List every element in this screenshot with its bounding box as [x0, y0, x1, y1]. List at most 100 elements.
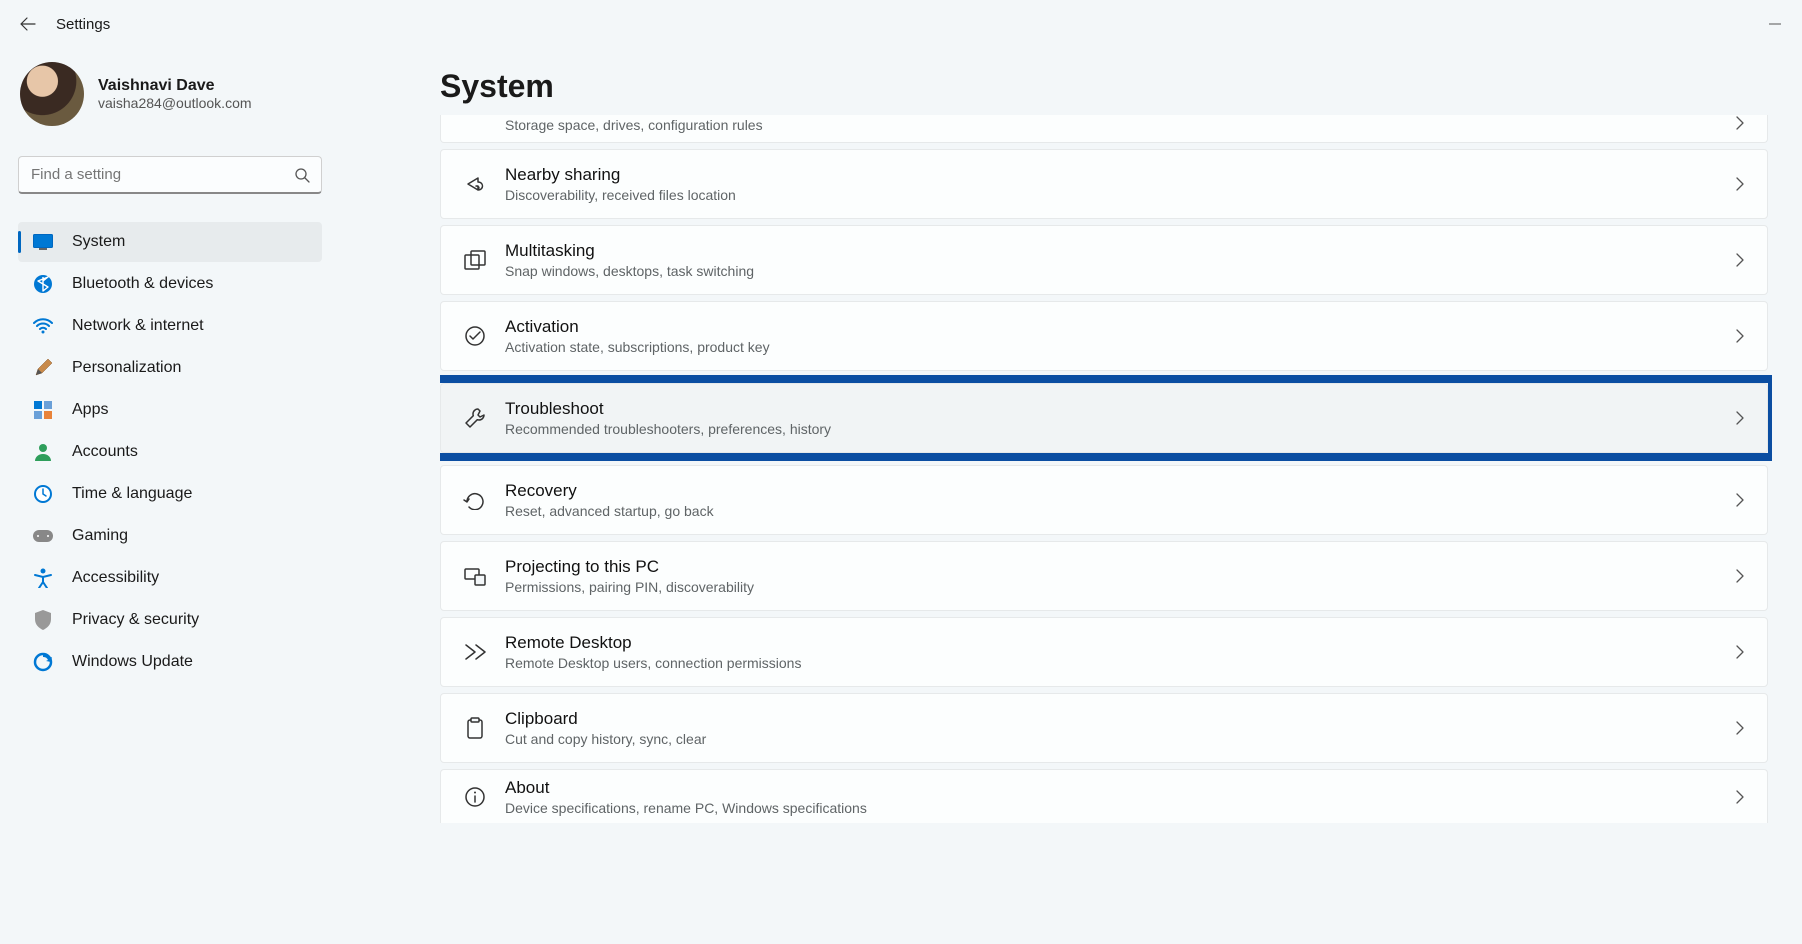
item-desc: Recommended troubleshooters, preferences…: [505, 421, 1735, 437]
nav-label: Bluetooth & devices: [72, 275, 213, 293]
nav-label: Accessibility: [72, 569, 159, 587]
chevron-right-icon: [1735, 789, 1745, 805]
item-desc: Permissions, pairing PIN, discoverabilit…: [505, 579, 1735, 595]
item-title: About: [505, 778, 1735, 798]
item-title: Remote Desktop: [505, 633, 1735, 653]
item-title: Activation: [505, 317, 1735, 337]
person-icon: [32, 441, 54, 463]
update-icon: [32, 651, 54, 673]
nav: System Bluetooth & devices Network & int…: [18, 222, 322, 682]
highlight-box: Troubleshoot Recommended troubleshooters…: [440, 375, 1772, 461]
item-desc: Discoverability, received files location: [505, 187, 1735, 203]
item-desc: Storage space, drives, configuration rul…: [505, 117, 1735, 133]
item-desc: Activation state, subscriptions, product…: [505, 339, 1735, 355]
nav-item-apps[interactable]: Apps: [18, 390, 322, 430]
share-icon: [463, 172, 487, 196]
settings-item-troubleshoot[interactable]: Troubleshoot Recommended troubleshooters…: [440, 383, 1768, 453]
arrow-left-icon: [20, 16, 36, 32]
gamepad-icon: [32, 525, 54, 547]
item-desc: Snap windows, desktops, task switching: [505, 263, 1735, 279]
chevron-right-icon: [1735, 176, 1745, 192]
settings-list[interactable]: Storage space, drives, configuration rul…: [440, 115, 1772, 944]
profile-email: vaisha284@outlook.com: [98, 95, 252, 111]
nav-item-bluetooth[interactable]: Bluetooth & devices: [18, 264, 322, 304]
item-title: Clipboard: [505, 709, 1735, 729]
window-title: Settings: [56, 16, 110, 33]
chevron-right-icon: [1735, 644, 1745, 660]
nav-label: Personalization: [72, 359, 181, 377]
item-desc: Device specifications, rename PC, Window…: [505, 800, 1735, 816]
titlebar: Settings: [0, 0, 1802, 48]
check-circle-icon: [463, 324, 487, 348]
item-title: Troubleshoot: [505, 399, 1735, 419]
nav-item-accounts[interactable]: Accounts: [18, 432, 322, 472]
back-button[interactable]: [18, 14, 38, 34]
item-desc: Reset, advanced startup, go back: [505, 503, 1735, 519]
nav-label: Network & internet: [72, 317, 204, 335]
chevron-right-icon: [1735, 410, 1745, 426]
settings-item-activation[interactable]: Activation Activation state, subscriptio…: [440, 301, 1768, 371]
settings-item-about[interactable]: About Device specifications, rename PC, …: [440, 769, 1768, 823]
nav-label: Windows Update: [72, 653, 193, 671]
accessibility-icon: [32, 567, 54, 589]
nav-label: Time & language: [72, 485, 192, 503]
nav-label: System: [72, 233, 125, 251]
search-box: [18, 156, 322, 194]
avatar: [20, 62, 84, 126]
nav-item-time[interactable]: Time & language: [18, 474, 322, 514]
nav-label: Accounts: [72, 443, 138, 461]
profile-block[interactable]: Vaishnavi Dave vaisha284@outlook.com: [18, 58, 322, 136]
settings-item-storage[interactable]: Storage space, drives, configuration rul…: [440, 115, 1768, 143]
item-title: Nearby sharing: [505, 165, 1735, 185]
minimize-button[interactable]: [1768, 17, 1784, 31]
clock-icon: [32, 483, 54, 505]
chevron-right-icon: [1735, 328, 1745, 344]
apps-icon: [32, 399, 54, 421]
item-desc: Cut and copy history, sync, clear: [505, 731, 1735, 747]
brush-icon: [32, 357, 54, 379]
settings-item-multitasking[interactable]: Multitasking Snap windows, desktops, tas…: [440, 225, 1768, 295]
minimize-icon: [1768, 17, 1782, 31]
nav-label: Gaming: [72, 527, 128, 545]
wrench-icon: [463, 406, 487, 430]
nav-item-system[interactable]: System: [18, 222, 322, 262]
nav-item-accessibility[interactable]: Accessibility: [18, 558, 322, 598]
item-title: Projecting to this PC: [505, 557, 1735, 577]
chevron-right-icon: [1735, 568, 1745, 584]
page-title: System: [440, 68, 1772, 105]
settings-item-nearby-sharing[interactable]: Nearby sharing Discoverability, received…: [440, 149, 1768, 219]
bluetooth-icon: [32, 273, 54, 295]
nav-label: Privacy & security: [72, 611, 199, 629]
recovery-icon: [463, 488, 487, 512]
nav-item-personalization[interactable]: Personalization: [18, 348, 322, 388]
settings-item-clipboard[interactable]: Clipboard Cut and copy history, sync, cl…: [440, 693, 1768, 763]
nav-item-gaming[interactable]: Gaming: [18, 516, 322, 556]
chevron-right-icon: [1735, 720, 1745, 736]
info-icon: [463, 785, 487, 809]
nav-item-update[interactable]: Windows Update: [18, 642, 322, 682]
nav-item-network[interactable]: Network & internet: [18, 306, 322, 346]
wifi-icon: [32, 315, 54, 337]
settings-item-projecting[interactable]: Projecting to this PC Permissions, pairi…: [440, 541, 1768, 611]
item-title: Multitasking: [505, 241, 1735, 261]
chevron-right-icon: [1735, 252, 1745, 268]
system-icon: [32, 231, 54, 253]
nav-item-privacy[interactable]: Privacy & security: [18, 600, 322, 640]
project-icon: [463, 564, 487, 588]
clipboard-icon: [463, 716, 487, 740]
settings-item-recovery[interactable]: Recovery Reset, advanced startup, go bac…: [440, 465, 1768, 535]
multitask-icon: [463, 248, 487, 272]
profile-name: Vaishnavi Dave: [98, 77, 252, 95]
search-icon: [294, 167, 310, 183]
remote-icon: [463, 640, 487, 664]
search-input[interactable]: [18, 156, 322, 194]
shield-icon: [32, 609, 54, 631]
chevron-right-icon: [1735, 115, 1745, 131]
item-desc: Remote Desktop users, connection permiss…: [505, 655, 1735, 671]
settings-item-remote-desktop[interactable]: Remote Desktop Remote Desktop users, con…: [440, 617, 1768, 687]
chevron-right-icon: [1735, 492, 1745, 508]
sidebar: Vaishnavi Dave vaisha284@outlook.com Sys…: [0, 48, 340, 944]
nav-label: Apps: [72, 401, 108, 419]
item-title: Recovery: [505, 481, 1735, 501]
main-content: System Storage space, drives, configurat…: [340, 48, 1802, 944]
